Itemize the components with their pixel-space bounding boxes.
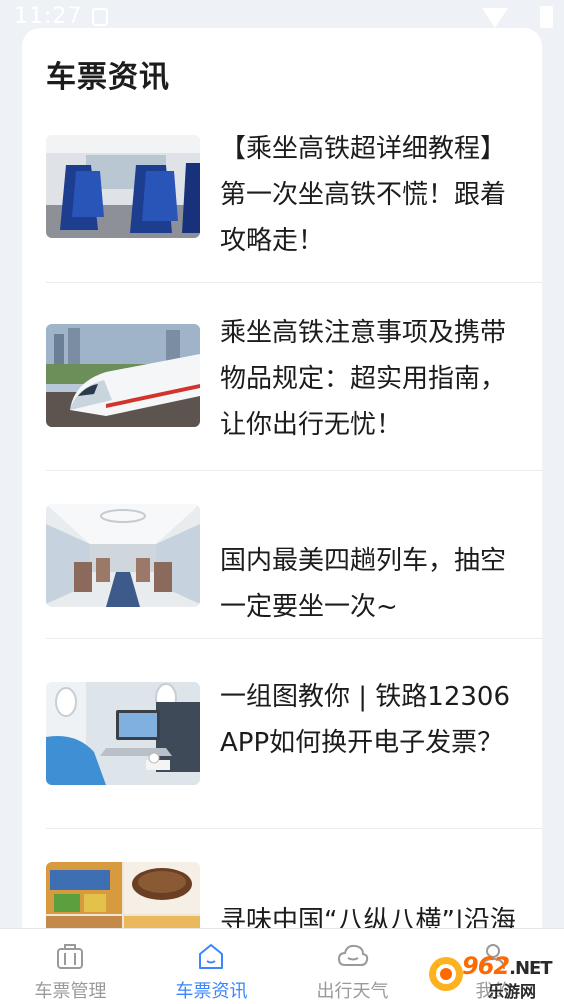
news-item[interactable]: 一组图教你 | 铁路12306 APP如何换开电子发票？ xyxy=(46,674,518,844)
news-title: 乘坐高铁注意事项及携带物品规定：超实用指南，让你出行无忧！ xyxy=(220,318,507,440)
notification-icon xyxy=(92,8,108,26)
laptop-on-plane-thumbnail xyxy=(46,682,200,785)
divider xyxy=(46,470,542,471)
train-interior-thumbnail xyxy=(46,504,200,607)
battery-icon xyxy=(540,6,553,28)
home-icon xyxy=(199,944,223,969)
tab-label: 车票管理 xyxy=(34,981,107,1002)
news-title: 一组图教你 | 铁路12306 APP如何换开电子发票？ xyxy=(220,682,510,758)
watermark-sub: 乐游网 xyxy=(488,982,537,1001)
tab-ticket-management[interactable]: 车票管理 xyxy=(0,929,141,1004)
news-title: 【乘坐高铁超详细教程】第一次坐高铁不慌！跟着攻略走！ xyxy=(220,134,507,256)
news-item[interactable]: 国内最美四趟列车，抽空一定要坐一次~ xyxy=(46,502,518,642)
wifi-icon xyxy=(482,8,508,28)
watermark-domain: .NET xyxy=(509,958,552,979)
tab-travel-weather[interactable]: 出行天气 xyxy=(282,929,423,1004)
news-card: 车票资讯 【乘坐高铁超详细教程】第一次坐高铁不慌！跟着攻略走！ 乘坐高铁注意事项… xyxy=(22,28,542,1004)
section-title: 车票资讯 xyxy=(46,60,170,95)
tab-label: 车票资讯 xyxy=(175,981,248,1002)
briefcase-icon xyxy=(57,944,83,969)
news-item[interactable]: 乘坐高铁注意事项及携带物品规定：超实用指南，让你出行无忧！ xyxy=(46,310,518,480)
cloud-icon xyxy=(337,944,369,966)
tab-label: 出行天气 xyxy=(316,981,389,1002)
watermark-brand: 962 xyxy=(462,952,510,980)
news-item[interactable]: 【乘坐高铁超详细教程】第一次坐高铁不慌！跟着攻略走！ xyxy=(46,128,518,288)
tab-ticket-news[interactable]: 车票资讯 xyxy=(141,929,282,1004)
status-time: 11:27 xyxy=(14,4,83,29)
watermark-icon xyxy=(429,957,463,991)
news-title: 国内最美四趟列车，抽空一定要坐一次~ xyxy=(220,546,507,622)
divider xyxy=(46,282,542,283)
watermark-logo: 962.NET 乐游网 xyxy=(426,950,560,1001)
train-seats-thumbnail xyxy=(46,135,200,238)
divider xyxy=(46,638,542,639)
divider xyxy=(46,828,542,829)
bullet-train-thumbnail xyxy=(46,324,200,427)
